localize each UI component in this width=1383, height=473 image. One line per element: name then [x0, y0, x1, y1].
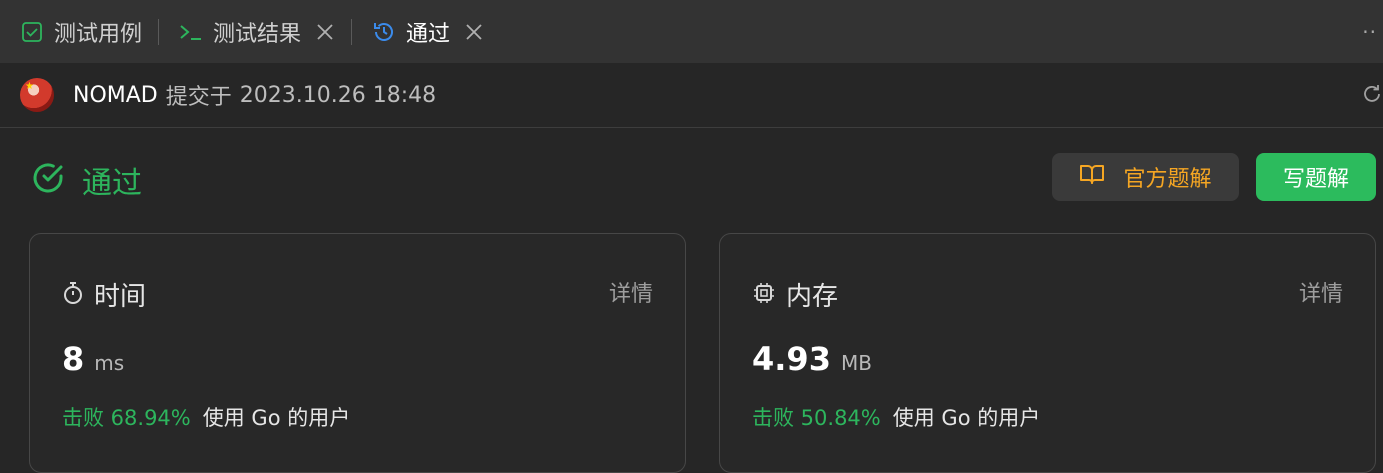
runtime-details-link[interactable]: 详情 [609, 276, 653, 308]
runtime-card: 时间 详情 8 ms 击败 68.94% 使用 Go 的用户 [29, 233, 686, 473]
memory-title: 内存 [786, 282, 839, 312]
runtime-unit: ms [94, 351, 125, 375]
runtime-card-header: 时间 [62, 276, 146, 313]
runtime-beats-suffix: 使用 Go 的用户 [202, 406, 351, 430]
memory-card: 内存 详情 4.93 MB 击败 50.84% 使用 Go 的用户 [719, 233, 1376, 473]
memory-beats-suffix: 使用 Go 的用户 [892, 406, 1041, 430]
runtime-title: 时间 [94, 282, 147, 312]
history-icon [372, 20, 396, 44]
tab-test-cases[interactable]: 测试用例 [0, 0, 142, 63]
tab-label: 通过 [406, 21, 451, 47]
submitted-at-label: 提交于 [165, 85, 232, 110]
tab-accepted[interactable]: 通过 [352, 0, 484, 63]
official-solution-button[interactable]: 官方题解 [1052, 153, 1239, 201]
memory-value: 4.93 MB [752, 340, 872, 378]
tab-test-results[interactable]: 测试结果 [159, 0, 335, 63]
close-icon[interactable] [464, 22, 484, 42]
write-solution-label: 写题解 [1282, 167, 1349, 192]
memory-beats-percent: 击败 50.84% [752, 406, 881, 430]
runtime-value: 8 ms [62, 340, 124, 378]
memory-beats: 击败 50.84% 使用 Go 的用户 [752, 402, 1040, 432]
memory-unit: MB [840, 351, 872, 375]
star-icon: ★ [25, 81, 34, 92]
submission-info-bar: ★ NOMAD 提交于 2023.10.26 18:48 [0, 63, 1383, 128]
write-solution-button[interactable]: 写题解 [1256, 153, 1376, 201]
runtime-beats: 击败 68.94% 使用 Go 的用户 [62, 402, 350, 432]
runtime-number: 8 [62, 340, 85, 378]
more-options-icon[interactable]: ·· [1362, 20, 1377, 44]
stopwatch-icon [62, 281, 84, 309]
memory-details-link[interactable]: 详情 [1299, 276, 1343, 308]
chip-icon [752, 281, 776, 309]
official-solution-label: 官方题解 [1123, 167, 1212, 192]
result-status: 通过 [30, 158, 142, 202]
avatar[interactable]: ★ [20, 78, 54, 112]
submission-time: 2023.10.26 18:48 [239, 82, 437, 108]
refresh-icon[interactable] [1361, 83, 1383, 105]
close-icon[interactable] [315, 22, 335, 42]
memory-number: 4.93 [752, 340, 831, 378]
runtime-beats-percent: 击败 68.94% [62, 406, 191, 430]
terminal-icon [179, 20, 203, 44]
book-icon [1079, 163, 1105, 191]
checkbox-icon [20, 20, 44, 44]
tab-label: 测试用例 [54, 21, 143, 47]
status-label: 通过 [82, 166, 142, 201]
memory-card-header: 内存 [752, 276, 838, 313]
tab-bar: 测试用例 测试结果 通过 ·· [0, 0, 1383, 63]
tab-label: 测试结果 [213, 21, 302, 47]
check-circle-icon [30, 160, 66, 200]
submitter-name[interactable]: NOMAD [73, 83, 158, 108]
